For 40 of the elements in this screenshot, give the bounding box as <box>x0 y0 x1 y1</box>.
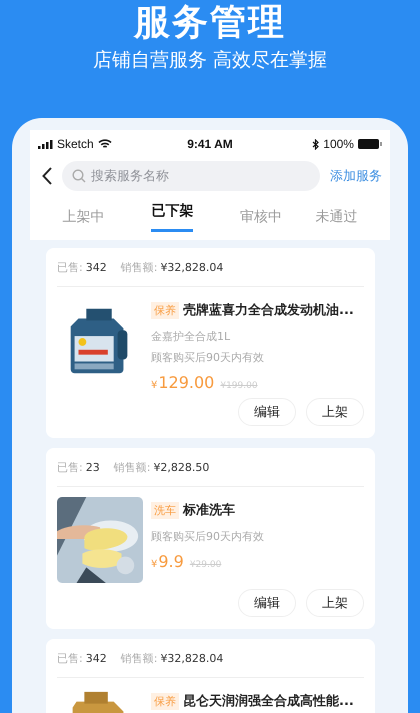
action-button[interactable]: 编辑 <box>238 398 296 426</box>
service-name: 壳牌蓝喜力全合成发动机油... <box>183 302 354 319</box>
sold-label: 已售: <box>57 260 83 274</box>
service-name: 标准洗车 <box>183 502 235 519</box>
sales-label: 销售额: <box>120 650 158 666</box>
price: ¥129.00 <box>151 373 214 392</box>
action-button[interactable]: 上架 <box>306 589 364 617</box>
action-button[interactable]: 编辑 <box>238 589 296 617</box>
sold-count: 342 <box>86 260 107 274</box>
validity-note: 顾客购买后90天内有效 <box>151 529 265 544</box>
tab[interactable]: 已下架 <box>151 202 194 232</box>
sales-amount: ¥2,828.50 <box>153 460 210 474</box>
signal-icon <box>38 140 53 148</box>
back-icon[interactable] <box>42 167 52 185</box>
sold-label: 已售: <box>57 460 83 474</box>
sales-amount: ¥32,828.04 <box>160 260 224 274</box>
sold-count: 23 <box>86 460 100 474</box>
service-spec: 金嘉护全合成1L <box>151 329 232 344</box>
bluetooth-icon <box>312 138 320 150</box>
search-icon <box>72 169 86 183</box>
sales-label: 销售额: <box>120 260 158 274</box>
carrier-name: Sketch <box>57 137 94 151</box>
action-button[interactable]: 上架 <box>306 398 364 426</box>
page-title: 服务管理 <box>132 2 287 44</box>
battery-icon <box>358 139 382 149</box>
price: ¥9.9 <box>151 552 184 571</box>
sold-count: 342 <box>86 652 107 664</box>
validity-note: 顾客购买后90天内有效 <box>151 350 265 365</box>
page-subtitle: 店铺自营服务 高效尽在掌握 <box>92 48 328 72</box>
sales-amount: ¥32,828.04 <box>160 652 224 664</box>
category-tag: 保养 <box>151 302 179 318</box>
sold-label: 已售: <box>57 650 83 666</box>
search-field[interactable]: 搜索服务名称 <box>62 161 320 191</box>
battery-percent: 100% <box>323 137 354 151</box>
sales-label: 销售额: <box>114 460 150 474</box>
clock-time: 9:41 AM <box>187 137 233 151</box>
category-tag: 洗车 <box>151 502 179 518</box>
service-name: 昆仑天润润强全合成高性能... <box>183 692 354 710</box>
category-tag: 保养 <box>151 692 179 710</box>
wifi-icon <box>98 139 112 149</box>
